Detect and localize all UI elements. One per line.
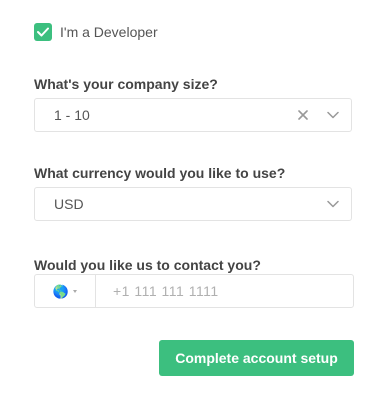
complete-setup-button[interactable]: Complete account setup [159,340,354,376]
company-size-label: What's your company size? [34,76,218,92]
checkmark-icon [37,27,49,37]
phone-field[interactable]: 🌎 [34,274,354,308]
globe-icon: 🌎 [52,283,70,299]
company-size-value: 1 - 10 [54,107,90,123]
phone-input[interactable] [96,275,353,307]
caret-down-icon [73,289,78,293]
developer-checkbox[interactable] [34,23,52,41]
developer-checkbox-row[interactable]: I'm a Developer [34,23,158,41]
currency-label: What currency would you like to use? [34,165,286,181]
chevron-down-icon[interactable] [322,111,344,119]
country-selector[interactable]: 🌎 [35,275,96,307]
contact-label: Would you like us to contact you? [34,257,261,273]
close-icon[interactable] [292,110,314,120]
developer-checkbox-label[interactable]: I'm a Developer [60,24,158,40]
company-size-select[interactable]: 1 - 10 [34,98,352,132]
currency-value: USD [54,196,84,212]
chevron-down-icon[interactable] [322,200,344,208]
currency-select[interactable]: USD [34,187,352,221]
